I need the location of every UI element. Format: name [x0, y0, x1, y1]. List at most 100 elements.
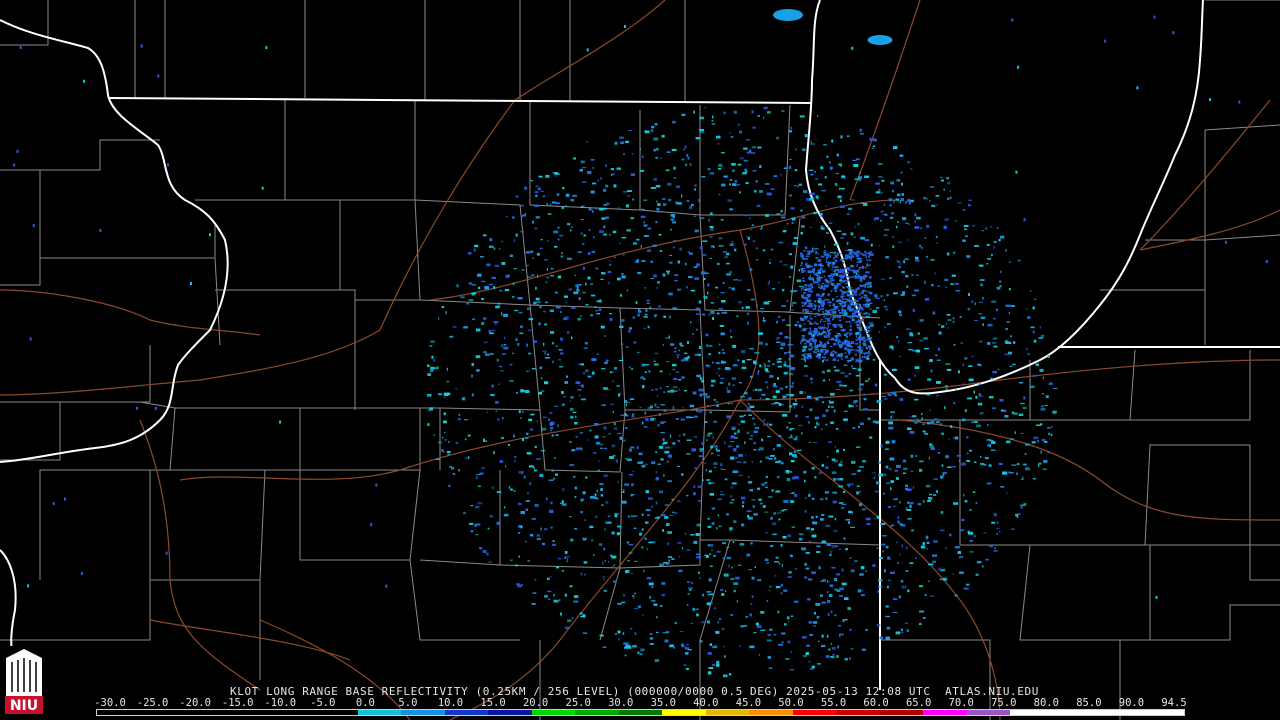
- echo-pixel: [475, 534, 479, 536]
- echo-pixel: [590, 495, 595, 499]
- echo-pixel: [902, 217, 907, 221]
- echo-pixel: [641, 528, 644, 531]
- echo-pixel: [792, 454, 797, 457]
- echo-pixel: [661, 582, 666, 585]
- echo-pixel: [584, 573, 586, 576]
- echo-pixel: [605, 164, 607, 167]
- echo-pixel: [644, 313, 648, 316]
- echo-pixel: [681, 113, 686, 116]
- echo-pixel: [822, 401, 825, 403]
- echo-pixel: [866, 290, 868, 292]
- echo-pixel: [605, 500, 609, 504]
- echo-pixel: [907, 199, 911, 202]
- echo-pixel: [795, 399, 797, 402]
- echo-pixel: [827, 613, 830, 616]
- echo-pixel: [689, 589, 692, 591]
- echo-pixel: [880, 278, 885, 280]
- echo-pixel: [741, 306, 744, 310]
- echo-pixel: [978, 383, 982, 386]
- echo-pixel: [780, 592, 783, 595]
- echo-pixel: [781, 641, 784, 643]
- echo-pixel: [980, 412, 983, 415]
- echo-pixel: [800, 209, 803, 212]
- echo-pixel: [647, 325, 650, 329]
- echo-pixel: [820, 518, 824, 521]
- echo-pixel: [959, 460, 961, 462]
- echo-pixel: [433, 359, 435, 362]
- echo-pixel: [763, 363, 766, 365]
- echo-pixel: [710, 565, 713, 567]
- echo-pixel: [683, 357, 686, 361]
- echo-pixel: [551, 342, 555, 345]
- echo-pixel: [940, 511, 944, 514]
- echo-pixel: [848, 404, 852, 408]
- echo-pixel: [876, 623, 881, 627]
- echo-pixel: [839, 187, 841, 190]
- echo-pixel: [693, 492, 696, 496]
- echo-pixel: [886, 626, 891, 630]
- echo-pixel: [768, 360, 771, 363]
- echo-pixel: [848, 510, 851, 513]
- echo-pixel: [597, 179, 599, 182]
- echo-pixel: [781, 110, 785, 112]
- echo-pixel: [720, 494, 725, 496]
- echo-pixel: [898, 595, 901, 599]
- echo-pixel: [875, 191, 881, 194]
- echo-pixel: [946, 197, 950, 200]
- echo-pixel: [535, 216, 540, 219]
- echo-pixel: [580, 511, 583, 514]
- echo-pixel: [655, 501, 658, 505]
- echo-pixel: [781, 564, 783, 567]
- echo-pixel: [836, 545, 839, 547]
- echo-pixel: [609, 313, 612, 315]
- echo-pixel: [582, 491, 586, 495]
- echo-pixel: [859, 573, 864, 576]
- echo-pixel: [582, 205, 586, 207]
- echo-pixel: [612, 410, 614, 414]
- echo-pixel: [845, 519, 850, 521]
- echo-pixel: [800, 225, 805, 228]
- echo-pixel: [821, 601, 826, 604]
- echo-pixel: [916, 216, 921, 220]
- echo-pixel: [637, 651, 640, 654]
- echo-pixel: [1006, 341, 1012, 344]
- echo-pixel: [834, 183, 838, 186]
- echo-pixel: [878, 473, 883, 477]
- echo-pixel: [865, 570, 868, 572]
- echo-pixel: [1008, 288, 1011, 291]
- echo-pixel: [1000, 270, 1002, 273]
- echo-pixel: [630, 572, 633, 574]
- echo-pixel: [771, 288, 776, 290]
- echo-pixel: [782, 536, 787, 539]
- echo-pixel: [654, 659, 659, 662]
- echo-pixel: [778, 644, 783, 646]
- echo-pixel: [991, 253, 993, 257]
- echo-pixel: [690, 623, 693, 624]
- echo-pixel: [546, 497, 548, 501]
- echo-pixel: [796, 279, 802, 283]
- echo-pixel: [545, 281, 548, 283]
- echo-pixel: [548, 418, 550, 421]
- echo-pixel: [655, 185, 661, 188]
- echo-pixel: [583, 347, 588, 349]
- echo-pixel: [672, 246, 675, 249]
- echo-pixel: [697, 410, 703, 413]
- echo-pixel: [799, 285, 804, 287]
- echo-pixel: [857, 470, 862, 472]
- echo-pixel: [531, 274, 535, 277]
- echo-pixel: [759, 165, 762, 168]
- echo-pixel: [938, 347, 940, 351]
- echo-pixel: [788, 422, 791, 424]
- echo-pixel: [772, 448, 775, 451]
- echo-pixel: [725, 590, 727, 592]
- echo-pixel: [617, 207, 621, 210]
- echo-pixel: [985, 227, 988, 230]
- echo-pixel: [993, 513, 997, 517]
- echo-pixel: [791, 526, 795, 528]
- echo-pixel: [842, 384, 848, 387]
- echo-pixel: [1030, 326, 1035, 329]
- echo-pixel: [564, 205, 567, 208]
- echo-pixel: [795, 148, 797, 151]
- echo-pixel: [783, 264, 788, 266]
- echo-pixel: [597, 469, 600, 471]
